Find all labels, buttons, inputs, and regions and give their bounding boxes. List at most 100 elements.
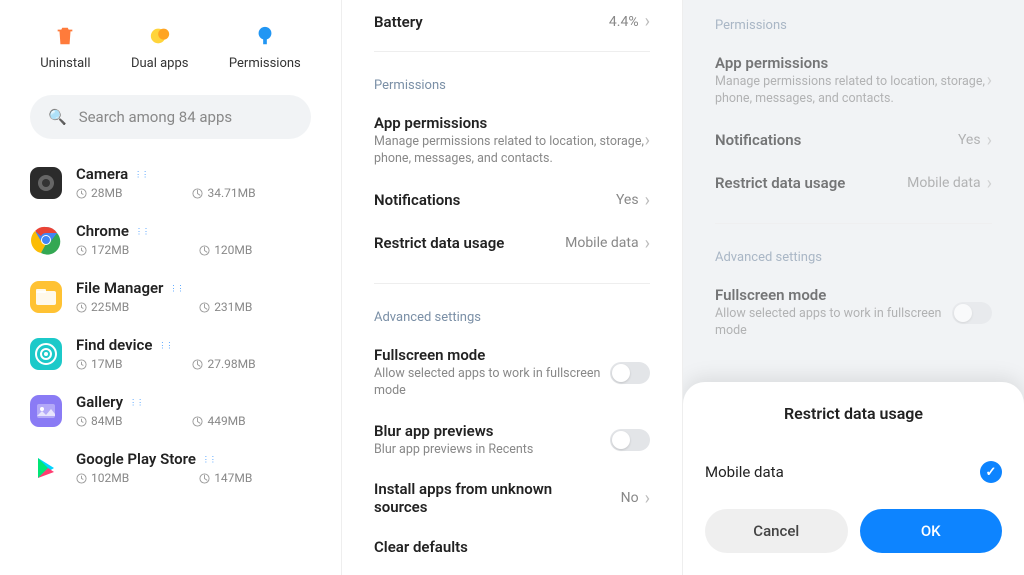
permissions-header: Permissions	[715, 0, 992, 43]
fullscreen-toggle[interactable]	[610, 362, 650, 384]
chevron-right-icon: ›	[987, 173, 992, 194]
app-permissions-sub: Manage permissions related to location, …	[374, 134, 645, 168]
permissions-header: Permissions	[374, 60, 650, 103]
battery-value: 4.4%	[609, 14, 639, 30]
app-name: Chrome	[76, 222, 129, 240]
app-permissions-row[interactable]: App permissions Manage permissions relat…	[374, 103, 650, 179]
app-name: Find device	[76, 336, 152, 354]
app-row[interactable]: Find device ⋮⋮ 17MB 27.98MB	[0, 328, 341, 385]
clear-defaults-row[interactable]: Clear defaults	[374, 527, 650, 567]
app-details-pane: Battery 4.4% › Permissions App permission…	[341, 0, 683, 575]
fullscreen-row[interactable]: Fullscreen mode Allow selected apps to w…	[374, 335, 650, 411]
app-icon	[30, 167, 62, 199]
storage-size: 225MB	[76, 300, 129, 314]
fullscreen-toggle	[952, 302, 992, 324]
loading-dots-icon: ⋮⋮	[202, 455, 216, 464]
divider	[374, 51, 650, 52]
app-permissions-title: App permissions	[715, 54, 987, 72]
storage-size: 84MB	[76, 414, 122, 428]
chevron-right-icon: ›	[645, 488, 650, 509]
fullscreen-sub: Allow selected apps to work in fullscree…	[715, 306, 952, 340]
install-unknown-row[interactable]: Install apps from unknown sources No ›	[374, 469, 650, 527]
restrict-data-pane: Permissions App permissions Manage permi…	[683, 0, 1024, 575]
app-management-pane: Uninstall Dual apps Permissions 🔍 Search…	[0, 0, 341, 575]
dual-apps-label: Dual apps	[131, 56, 189, 71]
chevron-right-icon: ›	[987, 130, 992, 151]
blur-title: Blur app previews	[374, 422, 610, 440]
data-size: 34.71MB	[192, 186, 255, 200]
blur-sub: Blur app previews in Recents	[374, 442, 610, 459]
app-icon	[30, 338, 62, 370]
install-unknown-title: Install apps from unknown sources	[374, 480, 554, 516]
restrict-data-row[interactable]: Restrict data usage Mobile data›	[374, 222, 650, 265]
ok-button[interactable]: OK	[860, 509, 1003, 553]
search-placeholder: Search among 84 apps	[79, 108, 232, 126]
data-size: 147MB	[199, 471, 252, 485]
divider	[374, 283, 650, 284]
app-name: Gallery	[76, 393, 123, 411]
sheet-buttons: Cancel OK	[705, 509, 1002, 553]
notifications-row[interactable]: Notifications Yes›	[374, 179, 650, 222]
app-icon	[30, 395, 62, 427]
blur-toggle[interactable]	[610, 429, 650, 451]
loading-dots-icon: ⋮⋮	[158, 341, 172, 350]
data-size: 120MB	[199, 243, 252, 257]
app-row[interactable]: Google Play Store ⋮⋮ 102MB 147MB	[0, 442, 341, 499]
fullscreen-title: Fullscreen mode	[374, 346, 610, 364]
app-icon	[30, 452, 62, 484]
notifications-title: Notifications	[374, 191, 460, 209]
restrict-data-title: Restrict data usage	[715, 174, 845, 192]
storage-size: 172MB	[76, 243, 129, 257]
divider	[715, 223, 992, 224]
data-size: 27.98MB	[192, 357, 255, 371]
permissions-action[interactable]: Permissions	[229, 24, 301, 71]
cancel-button[interactable]: Cancel	[705, 509, 848, 553]
chevron-right-icon: ›	[645, 233, 650, 254]
app-list: Camera ⋮⋮ 28MB 34.71MB Chrome ⋮⋮ 172MB 1…	[0, 157, 341, 499]
chevron-right-icon: ›	[645, 11, 650, 32]
mobile-data-label: Mobile data	[705, 463, 784, 481]
dual-apps-icon	[148, 24, 172, 48]
fullscreen-row: Fullscreen mode Allow selected apps to w…	[715, 275, 992, 351]
uninstall-action[interactable]: Uninstall	[40, 24, 90, 71]
data-size: 231MB	[199, 300, 252, 314]
loading-dots-icon: ⋮⋮	[134, 170, 148, 179]
app-name: File Manager	[76, 279, 163, 297]
trash-icon	[53, 24, 77, 48]
clear-defaults-title: Clear defaults	[374, 538, 468, 556]
uninstall-label: Uninstall	[40, 56, 90, 71]
check-icon: ✓	[980, 461, 1002, 483]
chevron-right-icon: ›	[645, 190, 650, 211]
restrict-data-sheet: Restrict data usage Mobile data ✓ Cancel…	[683, 382, 1024, 575]
action-row: Uninstall Dual apps Permissions	[0, 0, 341, 87]
dual-apps-action[interactable]: Dual apps	[131, 24, 189, 71]
fullscreen-title: Fullscreen mode	[715, 286, 952, 304]
nav-hints: ✕⌂	[374, 567, 650, 575]
app-row[interactable]: File Manager ⋮⋮ 225MB 231MB	[0, 271, 341, 328]
app-permissions-row: App permissions Manage permissions relat…	[715, 43, 992, 119]
app-row[interactable]: Gallery ⋮⋮ 84MB 449MB	[0, 385, 341, 442]
loading-dots-icon: ⋮⋮	[169, 284, 183, 293]
blur-row[interactable]: Blur app previews Blur app previews in R…	[374, 411, 650, 470]
app-icon	[30, 281, 62, 313]
app-name: Camera	[76, 165, 128, 183]
advanced-header: Advanced settings	[715, 232, 992, 275]
battery-title: Battery	[374, 13, 423, 31]
search-input[interactable]: 🔍 Search among 84 apps	[30, 95, 311, 139]
sheet-title: Restrict data usage	[705, 404, 1002, 423]
app-row[interactable]: Camera ⋮⋮ 28MB 34.71MB	[0, 157, 341, 214]
storage-size: 28MB	[76, 186, 122, 200]
install-unknown-value: No	[621, 490, 639, 506]
data-size: 449MB	[192, 414, 245, 428]
battery-row[interactable]: Battery 4.4% ›	[374, 0, 650, 43]
restrict-data-row: Restrict data usage Mobile data›	[715, 162, 992, 205]
storage-size: 102MB	[76, 471, 129, 485]
app-permissions-title: App permissions	[374, 114, 645, 132]
notifications-row: Notifications Yes›	[715, 119, 992, 162]
loading-dots-icon: ⋮⋮	[129, 398, 143, 407]
permissions-icon	[253, 24, 277, 48]
mobile-data-option[interactable]: Mobile data ✓	[705, 451, 1002, 509]
restrict-data-value: Mobile data	[565, 235, 638, 251]
fullscreen-sub: Allow selected apps to work in fullscree…	[374, 366, 610, 400]
app-row[interactable]: Chrome ⋮⋮ 172MB 120MB	[0, 214, 341, 271]
